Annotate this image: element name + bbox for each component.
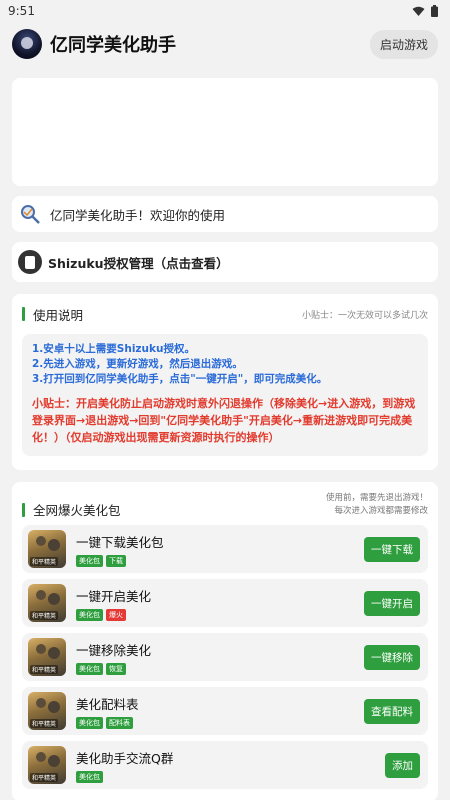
shizuku-icon — [18, 250, 42, 274]
section-accent-bar — [22, 502, 25, 517]
pack-name: 一键下载美化包 — [76, 534, 164, 550]
status-icons — [412, 5, 438, 17]
pack-info: 一键移除美化 美化包 恢复 — [76, 640, 364, 675]
pack-info: 一键开启美化 美化包 爆火 — [76, 586, 364, 621]
step-3: 3.打开回到亿同学美化助手，点击"一键开启"，即可完成美化。 — [32, 373, 328, 385]
step-1: 1.安卓十以上需要Shizuku授权。 — [32, 343, 195, 355]
pack-name: 一键移除美化 — [76, 642, 152, 658]
packs-tip: 使用前，需要先退出游戏！ 每次进入游戏都需要修改 — [326, 492, 428, 518]
tag-badge: 恢复 — [106, 662, 126, 675]
list-item: 和平精英 美化配料表 美化包 配料表 查看配料 — [22, 687, 428, 735]
pack-tags: 美化包 — [76, 770, 385, 783]
app-bar-left: 亿同学美化助手 — [12, 29, 176, 59]
usage-section: 使用说明 小贴士：一次无效可以多试几次 1.安卓十以上需要Shizuku授权。 … — [12, 294, 438, 470]
game-thumbnail: 和平精英 — [28, 530, 66, 568]
avatar — [12, 29, 42, 59]
step-2: 2.先进入游戏，更新好游戏，然后退出游戏。 — [32, 358, 243, 370]
tag-badge: 美化包 — [76, 662, 103, 675]
shizuku-text: Shizuku授权管理（点击查看） — [48, 255, 229, 271]
steps-list: 1.安卓十以上需要Shizuku授权。 2.先进入游戏，更新好游戏，然后退出游戏… — [32, 342, 418, 387]
pack-info: 美化配料表美化包 配料表 — [76, 694, 364, 729]
game-thumbnail: 和平精英 — [28, 638, 66, 676]
pack-info: 一键下载美化包 美化包 下载 — [76, 532, 364, 567]
status-bar: 9:51 — [0, 0, 450, 22]
pack-tags: 美化包 爆火 — [76, 608, 364, 621]
packs-title: 全网爆火美化包 — [22, 500, 121, 519]
welcome-text: 亿同学美化助手！欢迎你的使用 — [50, 207, 226, 223]
tag-badge: 下载 — [106, 554, 126, 567]
thumbnail-label: 和平精英 — [30, 773, 59, 782]
launch-game-button[interactable]: 启动游戏 — [369, 29, 438, 59]
magnifier-wrench-icon — [18, 201, 44, 227]
list-item: 和平精英 一键下载美化包 美化包 下载 一键下载 — [22, 525, 428, 573]
pack-tags: 美化包 配料表 — [76, 716, 364, 729]
thumbnail-label: 和平精英 — [30, 665, 59, 674]
pack-name: 美化配料表 — [76, 696, 139, 712]
packs-header: 全网爆火美化包 使用前，需要先退出游戏！ 每次进入游戏都需要修改 — [22, 492, 428, 519]
pack-name: 美化助手交流Q群 — [76, 750, 174, 766]
usage-tip: 小贴士：一次无效可以多试几次 — [301, 310, 428, 321]
battery-icon — [431, 5, 438, 17]
shizuku-card[interactable]: Shizuku授权管理（点击查看） — [12, 242, 438, 282]
list-item: 和平精英 一键移除美化 美化包 恢复 一键移除 — [22, 633, 428, 681]
pack-tags: 美化包 恢复 — [76, 662, 364, 675]
tag-badge: 美化包 — [76, 608, 103, 621]
tag-badge: 美化包 — [76, 554, 103, 567]
tag-badge: 美化包 — [76, 770, 103, 783]
tag-badge: 美化包 — [76, 716, 103, 729]
download-pack-button[interactable]: 一键下载 — [364, 536, 420, 562]
thumbnail-label: 和平精英 — [30, 611, 59, 620]
usage-header: 使用说明 小贴士：一次无效可以多试几次 — [22, 304, 428, 324]
welcome-card: 亿同学美化助手！欢迎你的使用 — [12, 196, 438, 232]
pack-tags: 美化包 下载 — [76, 554, 364, 567]
instructions-box: 1.安卓十以上需要Shizuku授权。 2.先进入游戏，更新好游戏，然后退出游戏… — [22, 334, 428, 456]
pack-name: 一键开启美化 — [76, 588, 152, 604]
wifi-icon — [412, 6, 425, 16]
section-accent-bar — [22, 307, 25, 321]
app-title: 亿同学美化助手 — [50, 35, 176, 56]
thumbnail-label: 和平精英 — [30, 719, 59, 728]
list-item: 和平精英 美化助手交流Q群 美化包 添加 — [22, 741, 428, 789]
enable-beautify-button[interactable]: 一键开启 — [364, 590, 420, 616]
pack-list: 和平精英 一键下载美化包 美化包 下载 一键下载 和平精英 一键开启美化 美化包 爆火 一键开启和… — [22, 525, 428, 789]
game-thumbnail: 和平精英 — [28, 692, 66, 730]
game-thumbnail: 和平精英 — [28, 746, 66, 784]
app-bar: 亿同学美化助手 启动游戏 — [0, 22, 450, 66]
remove-beautify-button[interactable]: 一键移除 — [364, 644, 420, 670]
game-thumbnail: 和平精英 — [28, 584, 66, 622]
packs-tip-line-2: 每次进入游戏都需要修改 — [334, 506, 428, 516]
thumbnail-label: 和平精英 — [30, 557, 59, 566]
status-time: 9:51 — [8, 4, 35, 18]
tag-badge: 爆火 — [106, 608, 126, 621]
pack-info: 美化助手交流Q群 美化包 — [76, 748, 385, 783]
packs-tip-line-1: 使用前，需要先退出游戏！ — [325, 493, 428, 503]
view-ingredients-button[interactable]: 查看配料 — [364, 698, 420, 724]
warning-text: 小贴士：开启美化防止启动游戏时意外闪退操作（移除美化→进入游戏，到游戏登录界面→… — [32, 397, 416, 444]
usage-title-text: 使用说明 — [33, 307, 84, 323]
packs-section: 全网爆火美化包 使用前，需要先退出游戏！ 每次进入游戏都需要修改 和平精英 一键下… — [12, 482, 438, 800]
usage-title: 使用说明 — [22, 305, 83, 324]
list-item: 和平精英 一键开启美化 美化包 爆火 一键开启 — [22, 579, 428, 627]
packs-title-text: 全网爆火美化包 — [33, 503, 121, 518]
banner-area — [12, 78, 438, 186]
add-group-button[interactable]: 添加 — [385, 752, 420, 778]
tag-badge: 配料表 — [106, 716, 133, 729]
